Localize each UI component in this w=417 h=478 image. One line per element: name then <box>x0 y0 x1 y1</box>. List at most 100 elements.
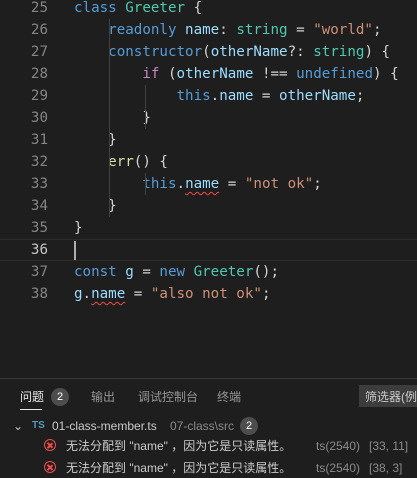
code-token: . <box>176 176 186 192</box>
problem-file-path: 07-class\src <box>170 419 235 433</box>
code-line[interactable]: 26 readonly name: string = "world"; <box>0 19 417 41</box>
code-token: . <box>82 286 92 302</box>
code-line[interactable]: 36 <box>0 239 417 261</box>
problem-item[interactable]: 无法分配到 "name" ，因为它是只读属性。 ts(2540) [33, 11… <box>0 435 417 457</box>
problem-position: [33, 11] <box>369 439 409 453</box>
indent-guide <box>145 85 146 129</box>
code-token: this <box>176 88 211 104</box>
code-token: string <box>236 22 288 38</box>
line-number: 34 <box>30 198 48 214</box>
line-number: 37 <box>30 264 48 280</box>
problem-message: 无法分配到 "name" ，因为它是只读属性。 <box>66 461 292 475</box>
line-number: 38 <box>30 286 48 302</box>
file-problem-count: 2 <box>240 417 258 435</box>
panel-tabs: 问题 2 输出 调试控制台 终端 筛选器(例 <box>0 379 417 413</box>
code-line[interactable]: 30 } <box>0 107 417 129</box>
chevron-down-icon[interactable]: ⌄ <box>13 415 23 437</box>
code-token: } <box>74 110 151 126</box>
code-token: ; <box>313 176 322 192</box>
code-line[interactable]: 25 class Greeter { <box>0 0 417 19</box>
code-token: this <box>142 176 177 192</box>
problem-source: ts(2540) <box>316 461 361 475</box>
code-line[interactable]: 29 this.name = otherName; <box>0 85 417 107</box>
code-token: string <box>313 44 365 60</box>
code-text: readonly name: string = "world"; <box>74 19 382 41</box>
code-token: Greeter <box>125 0 186 16</box>
line-number: 28 <box>30 66 48 82</box>
code-token: "also not ok" <box>150 286 262 302</box>
problems-count-badge: 2 <box>51 388 69 406</box>
code-token: : <box>219 22 237 38</box>
line-number: 25 <box>30 0 48 16</box>
code-line[interactable]: 32 err() { <box>0 151 417 173</box>
code-line[interactable]: 27 constructor(otherName?: string) { <box>0 41 417 63</box>
code-text: } <box>74 217 83 239</box>
code-token: readonly <box>108 22 186 38</box>
code-token: = <box>219 176 245 192</box>
code-line[interactable]: 33 this.name = "not ok"; <box>0 173 417 195</box>
line-number: 31 <box>30 132 48 148</box>
code-line[interactable]: 28 if (otherName !== undefined) { <box>0 63 417 85</box>
code-text: constructor(otherName?: string) { <box>74 41 390 63</box>
line-number: 26 <box>30 22 48 38</box>
tab-debug-console[interactable]: 调试控制台 <box>138 388 198 405</box>
line-number: 29 <box>30 88 48 104</box>
code-token: Greeter <box>193 264 254 280</box>
code-token: ; <box>372 22 382 38</box>
code-token: ) { <box>364 44 391 60</box>
code-token: constructor <box>108 44 203 60</box>
code-editor[interactable]: 25 class Greeter {26 readonly name: strin… <box>0 0 417 378</box>
problem-file-row[interactable]: ⌄ TS 01-class-member.ts 07-class\src 2 <box>0 415 417 437</box>
code-token: { <box>185 0 203 16</box>
code-token: = <box>287 22 314 38</box>
code-token: g <box>74 286 83 302</box>
code-token: = <box>133 264 160 280</box>
tab-output[interactable]: 输出 <box>91 388 115 405</box>
problem-source: ts(2540) <box>316 439 361 453</box>
code-token: () { <box>133 154 168 170</box>
error-icon <box>44 439 56 451</box>
problem-item[interactable]: 无法分配到 "name" ，因为它是只读属性。 ts(2540) [38, 3] <box>0 457 417 478</box>
line-number: 27 <box>30 44 48 60</box>
code-line[interactable]: 38 g.name = "also not ok"; <box>0 283 417 305</box>
code-token: ( <box>159 66 177 82</box>
code-token: } <box>74 132 117 148</box>
code-token: . <box>210 88 220 104</box>
code-token: ; <box>261 286 271 302</box>
code-token: ( <box>202 44 211 60</box>
problem-message: 无法分配到 "name" ，因为它是只读属性。 <box>66 439 292 453</box>
code-token: } <box>74 220 83 236</box>
code-line[interactable]: 35} <box>0 217 417 239</box>
error-icon <box>44 461 56 473</box>
tab-problems[interactable]: 问题 <box>20 388 44 405</box>
code-token: name <box>91 286 126 302</box>
code-token: name <box>185 176 220 192</box>
problem-file-name: 01-class-member.ts <box>52 419 157 433</box>
code-token: "not ok" <box>244 176 314 192</box>
code-token: otherName <box>176 66 254 82</box>
code-token: otherName <box>210 44 288 60</box>
code-token: ; <box>355 88 365 104</box>
code-token: class <box>74 0 126 16</box>
code-token: undefined <box>296 66 373 82</box>
code-token: name <box>219 88 254 104</box>
typescript-file-icon: TS <box>32 420 45 431</box>
code-line[interactable]: 37 const g = new Greeter(); <box>0 261 417 283</box>
problem-position: [38, 3] <box>369 461 403 475</box>
active-tab-indicator <box>20 409 42 410</box>
code-token: = <box>125 286 151 302</box>
tab-terminal[interactable]: 终端 <box>217 388 241 405</box>
code-line[interactable]: 34 } <box>0 195 417 217</box>
code-text: class Greeter { <box>74 0 202 19</box>
code-text: } <box>74 129 117 151</box>
code-text: err() { <box>74 151 168 173</box>
code-token: const <box>74 264 126 280</box>
code-text: this.name = "not ok"; <box>74 173 322 195</box>
indent-guide <box>145 173 146 195</box>
code-line[interactable]: 31 } <box>0 129 417 151</box>
filter-input[interactable]: 筛选器(例 <box>359 385 417 407</box>
